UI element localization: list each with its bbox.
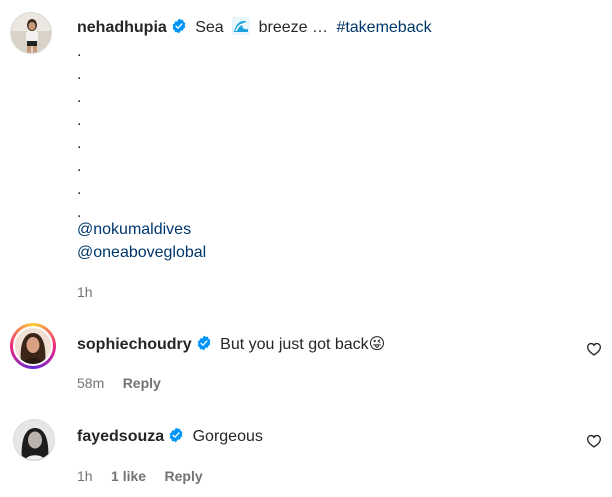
heart-outline-icon[interactable] xyxy=(586,341,602,357)
caption-dot: . xyxy=(77,181,82,198)
comments-panel: nehadhupia Sea breeze … #takemeback . . … xyxy=(0,0,612,497)
likes-count-button[interactable]: 1 like xyxy=(111,468,146,484)
reply-button[interactable]: Reply xyxy=(165,468,203,484)
caption-dot: . xyxy=(77,89,82,106)
post-timestamp[interactable]: 1h xyxy=(77,284,93,300)
verified-badge-icon xyxy=(197,335,211,351)
comment-timestamp[interactable]: 58m xyxy=(77,375,104,391)
caption-dot: . xyxy=(77,112,82,129)
caption-dot: . xyxy=(77,43,82,60)
comment-text: Gorgeous xyxy=(192,428,263,445)
comment-meta: 58m Reply xyxy=(77,375,161,393)
comment-meta: 1h 1 like Reply xyxy=(77,468,203,486)
post-username[interactable]: nehadhupia xyxy=(77,19,167,36)
wave-emoji-icon xyxy=(232,17,251,35)
verified-badge-icon xyxy=(172,18,186,34)
reply-button[interactable]: Reply xyxy=(123,375,161,391)
post-caption-line: nehadhupia Sea breeze … #takemeback xyxy=(77,17,432,37)
mention-link[interactable]: @oneaboveglobal xyxy=(77,244,206,262)
comment-line: sophiechoudry But you just got back😜 xyxy=(77,334,385,354)
avatar-fayedsouza[interactable] xyxy=(13,419,55,461)
comment-text: But you just got back xyxy=(220,336,369,353)
hashtag-link[interactable]: #takemeback xyxy=(336,19,431,36)
caption-dot: . xyxy=(77,158,82,175)
caption-dot: . xyxy=(77,66,82,83)
avatar-sophiechoudry[interactable] xyxy=(13,326,53,366)
caption-text-sea: Sea xyxy=(195,19,224,36)
comment-line: fayedsouza Gorgeous xyxy=(77,427,263,446)
comment-username[interactable]: fayedsouza xyxy=(77,428,164,445)
verified-badge-icon xyxy=(169,427,183,443)
heart-outline-icon[interactable] xyxy=(586,433,602,449)
avatar-nehadhupia[interactable] xyxy=(10,12,52,54)
caption-text-breeze: breeze … xyxy=(258,19,328,36)
caption-dot: . xyxy=(77,135,82,152)
comment-username[interactable]: sophiechoudry xyxy=(77,336,192,353)
mention-link[interactable]: @nokumaldives xyxy=(77,221,191,239)
comment-timestamp[interactable]: 1h xyxy=(77,468,93,484)
caption-dot: . xyxy=(77,204,82,221)
winking-tongue-emoji-icon: 😜 xyxy=(368,336,386,353)
